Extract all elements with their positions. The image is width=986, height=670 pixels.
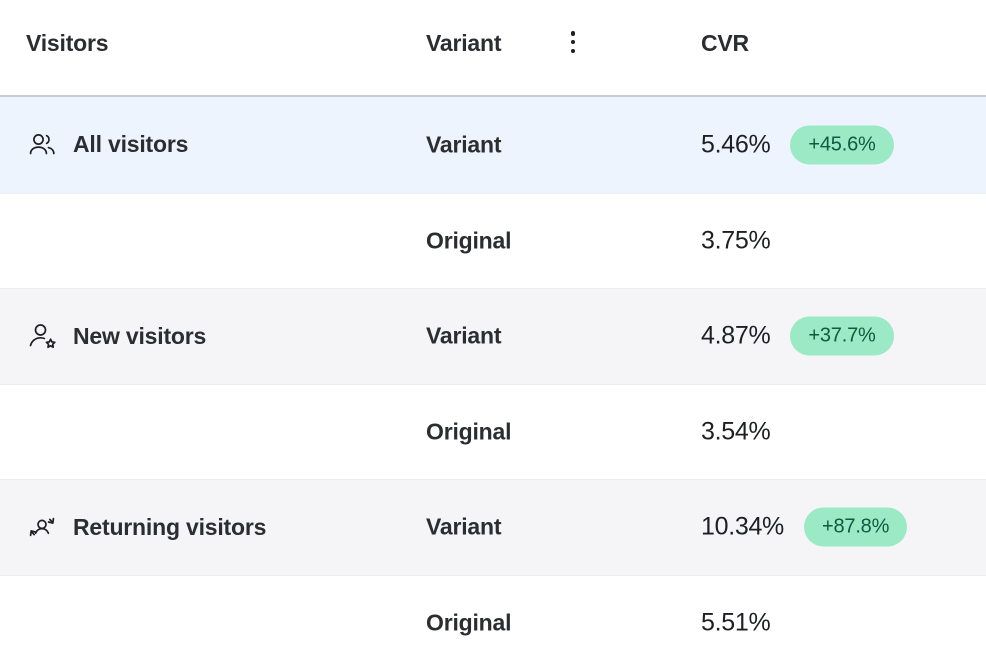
variant-label: Original [426, 609, 511, 636]
cvr-cell: 4.87% +37.7% [701, 317, 894, 356]
variant-label: Original [426, 418, 511, 445]
cvr-cell: 5.46% +45.6% [701, 125, 894, 164]
cvr-value: 5.51% [701, 608, 770, 637]
segment-cell: Returning visitors [26, 511, 266, 543]
dot [571, 31, 576, 36]
variant-label: Original [426, 227, 511, 254]
table-body: All visitors Variant 5.46% +45.6% Original 3.… [0, 97, 986, 670]
column-header-variant[interactable]: Variant [426, 30, 501, 57]
table-row[interactable]: Original 3.75% [0, 193, 986, 289]
segment-label: All visitors [73, 131, 188, 158]
dot [571, 40, 576, 45]
table-row[interactable]: Original 5.51% [0, 575, 986, 670]
variant-label: Variant [426, 323, 501, 350]
column-header-cvr[interactable]: CVR [701, 30, 749, 57]
dot [571, 49, 576, 54]
cvr-value: 3.75% [701, 226, 770, 255]
segment-label: Returning visitors [73, 514, 266, 541]
segment-cell: New visitors [26, 320, 206, 352]
cvr-value: 5.46% [701, 130, 770, 159]
table-row[interactable]: New visitors Variant 4.87% +37.7% [0, 288, 986, 384]
cvr-uplift-badge: +87.8% [804, 508, 907, 547]
segment-cell: All visitors [26, 129, 188, 161]
table-row[interactable]: Returning visitors Variant 10.34% +87.8% [0, 479, 986, 575]
cvr-value: 10.34% [701, 513, 784, 542]
cvr-cell: 3.75% [701, 226, 770, 255]
table-header-row: Visitors Variant CVR [0, 0, 986, 97]
cvr-cell: 5.51% [701, 608, 770, 637]
table-row[interactable]: All visitors Variant 5.46% +45.6% [0, 97, 986, 193]
segment-label: New visitors [73, 323, 206, 350]
vertical-dots-icon[interactable] [563, 28, 583, 56]
table-row[interactable]: Original 3.54% [0, 384, 986, 480]
cvr-cell: 3.54% [701, 417, 770, 446]
user-return-icon [26, 511, 58, 543]
cvr-cell: 10.34% +87.8% [701, 508, 907, 547]
user-star-icon [26, 320, 58, 352]
variant-label: Variant [426, 514, 501, 541]
cvr-uplift-badge: +45.6% [790, 125, 893, 164]
cvr-uplift-badge: +37.7% [790, 317, 893, 356]
column-header-visitors[interactable]: Visitors [26, 30, 108, 57]
variant-label: Variant [426, 131, 501, 158]
cvr-value: 3.54% [701, 417, 770, 446]
cvr-value: 4.87% [701, 322, 770, 351]
users-group-icon [26, 129, 58, 161]
visitors-cvr-table: Visitors Variant CVR All visitors Variant… [0, 0, 986, 658]
